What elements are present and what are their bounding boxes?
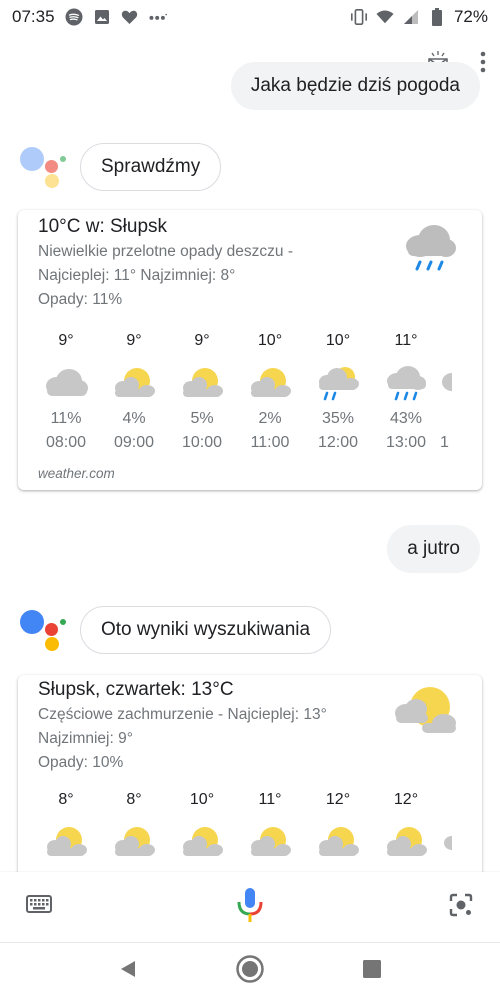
heart-icon <box>121 8 139 26</box>
partly-cloudy-icon <box>168 356 236 410</box>
hour-temp: 10° <box>189 791 215 808</box>
image-icon <box>93 8 111 26</box>
partly-cloudy-icon <box>32 815 100 869</box>
user-query-bubble[interactable]: Jaka będzie dziś pogoda <box>230 62 480 110</box>
spotify-icon <box>65 8 83 26</box>
wifi-icon <box>376 8 394 26</box>
hourly-forecast-list[interactable]: 9° 11% 08:00 9° 4% 09:00 9° 5% 10:00 10°… <box>32 332 462 458</box>
hour-temp: 12° <box>325 791 351 808</box>
hourly-item: 11° <box>236 791 304 869</box>
weather-precipitation: Opady: 10% <box>38 754 124 771</box>
hour-precip: 11% <box>50 410 82 427</box>
hour-temp: 9° <box>194 332 210 349</box>
weather-source-link[interactable]: weather.com <box>38 466 462 481</box>
partly-cloudy-icon <box>236 815 304 869</box>
hour-time: 12:00 <box>317 434 359 451</box>
hourly-item: 12° <box>304 791 372 869</box>
assistant-screen: 07:35 72% Jaka będzie dziś pogoda Sprawd… <box>0 0 500 1000</box>
cloud-rain-icon <box>398 220 458 281</box>
hourly-item: 11° 43% 13:00 <box>372 332 440 458</box>
partly-cloudy-icon <box>168 815 236 869</box>
hour-time: 09:00 <box>113 434 155 451</box>
partly-cloudy-icon <box>372 815 440 869</box>
hour-time: 11:00 <box>250 434 290 451</box>
more-options-icon[interactable] <box>480 51 486 78</box>
hourly-item: 8° <box>32 791 100 869</box>
hour-precip: 43% <box>389 410 423 427</box>
cloudy-icon <box>32 356 100 410</box>
hour-temp: 9° <box>58 332 74 349</box>
hour-time: 08:00 <box>45 434 87 451</box>
hourly-item: 10° <box>168 791 236 869</box>
weather-precipitation: Opady: 11% <box>38 291 123 308</box>
partly-cloudy-icon <box>100 815 168 869</box>
hour-precip <box>440 410 464 434</box>
battery-percent: 72% <box>453 7 488 26</box>
hour-precip: 4% <box>122 410 146 427</box>
hour-temp: 10° <box>257 332 283 349</box>
keyboard-icon[interactable] <box>26 894 52 920</box>
hour-temp: 10° <box>325 332 351 349</box>
system-navigation-bar <box>0 942 500 1000</box>
assistant-reply-bubble: Sprawdźmy <box>80 143 222 191</box>
hour-time: 1 <box>440 434 449 451</box>
status-time: 07:35 <box>12 7 55 26</box>
hourly-item: 9° 11% 08:00 <box>32 332 100 458</box>
hourly-item: 9° 5% 10:00 <box>168 332 236 458</box>
hourly-item: 10° 2% 11:00 <box>236 332 304 458</box>
hourly-item: 8° <box>100 791 168 869</box>
hour-temp: 8° <box>58 791 74 808</box>
partly-cloudy-icon <box>236 356 304 410</box>
cloud-rain-icon <box>372 356 440 410</box>
partly-cloudy-icon <box>440 815 464 869</box>
hour-time: 13:00 <box>385 434 427 451</box>
partly-cloudy-icon <box>304 815 372 869</box>
assistant-reply-row: Oto wyniki wyszukiwania <box>18 606 332 654</box>
assistant-reply-bubble: Oto wyniki wyszukiwania <box>80 606 332 654</box>
microphone-icon[interactable] <box>236 886 264 929</box>
assistant-reply-row: Sprawdźmy <box>18 143 222 191</box>
hour-temp <box>440 791 464 815</box>
back-icon[interactable] <box>118 959 138 984</box>
weather-card-today[interactable]: 10°C w: Słupsk Niewielkie przelotne opad… <box>18 210 482 490</box>
sun-rain-icon <box>304 356 372 410</box>
status-bar: 07:35 72% <box>0 0 500 34</box>
lens-icon[interactable] <box>448 892 474 923</box>
hour-temp <box>440 332 464 356</box>
hour-temp: 8° <box>126 791 142 808</box>
hour-temp: 11° <box>258 791 282 808</box>
hourly-item: 1 <box>440 332 464 458</box>
google-assistant-logo-icon <box>18 606 66 654</box>
signal-icon <box>402 8 420 26</box>
hourly-item: 9° 4% 09:00 <box>100 332 168 458</box>
hour-temp: 11° <box>394 332 418 349</box>
hour-precip: 35% <box>321 410 355 427</box>
vibrate-icon <box>350 8 368 26</box>
hourly-item: 12° <box>372 791 440 869</box>
weather-card-tomorrow[interactable]: Słupsk, czwartek: 13°C Częściowe zachmur… <box>18 675 482 875</box>
user-query-bubble[interactable]: a jutro <box>387 525 480 573</box>
assistant-input-bar <box>0 872 500 942</box>
hourly-item <box>440 791 464 869</box>
hour-time: 10:00 <box>181 434 223 451</box>
hour-precip: 2% <box>258 410 282 427</box>
battery-icon <box>428 8 446 26</box>
hour-temp: 12° <box>393 791 419 808</box>
partly-cloudy-icon <box>100 356 168 410</box>
home-icon[interactable] <box>235 954 265 989</box>
google-assistant-logo-icon <box>18 143 66 191</box>
hourly-item: 10° 35% 12:00 <box>304 332 372 458</box>
cloud-rain-icon <box>440 356 464 410</box>
recents-icon[interactable] <box>362 959 382 984</box>
more-dots-icon <box>149 8 167 26</box>
hour-precip: 5% <box>190 410 214 427</box>
hourly-forecast-list[interactable]: 8° 8° 10° 11° 12° 12° <box>32 791 462 869</box>
partly-cloudy-icon <box>392 683 458 744</box>
hour-temp: 9° <box>126 332 142 349</box>
